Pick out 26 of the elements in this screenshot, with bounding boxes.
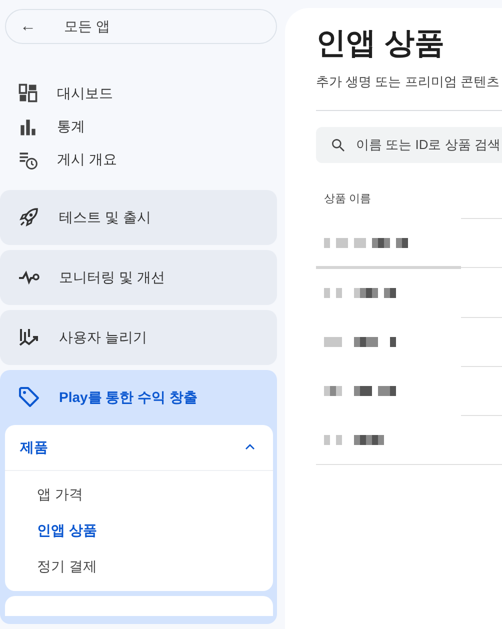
scrollbar[interactable] [316,266,461,268]
submenu-header[interactable]: 제품 [5,424,273,471]
redacted-name-drawing [324,434,384,444]
back-button[interactable]: ← 모든 앱 [5,9,277,44]
redacted-name-drawing [324,386,396,396]
section-header[interactable]: 사용자 늘리기 [5,310,277,365]
search-icon [330,136,346,152]
tag-icon [17,385,41,410]
redacted-name-drawing [324,336,396,346]
page-title: 인앱 상품 [316,26,446,62]
submenu-item[interactable]: 인앱 상품 [5,512,273,549]
nav-item[interactable]: 대시보드 [5,76,277,110]
rocket-icon [17,205,41,230]
submenu-item[interactable]: 정기 결제 [5,548,273,585]
section-header[interactable]: 모니터링 및 개선 [5,250,277,305]
section-header[interactable]: 테스트 및 출시 [5,190,277,245]
nav-item[interactable]: 통계 [5,110,277,144]
column-header: 상품 이름 [324,192,372,207]
nav-item[interactable]: 게시 개요 [5,143,277,177]
redacted-name-drawing [324,288,396,298]
submenu-item[interactable]: 앱 가격 [5,476,273,513]
dashboard-icon [17,82,39,104]
back-arrow-icon: ← [6,14,51,39]
page-subtitle: 추가 생명 또는 프리미엄 콘텐츠 [316,73,500,91]
section-header[interactable]: Play를 통한 수익 창출 [5,370,277,425]
search-field[interactable]: 이름 또는 ID로 상품 검색 [316,126,502,162]
